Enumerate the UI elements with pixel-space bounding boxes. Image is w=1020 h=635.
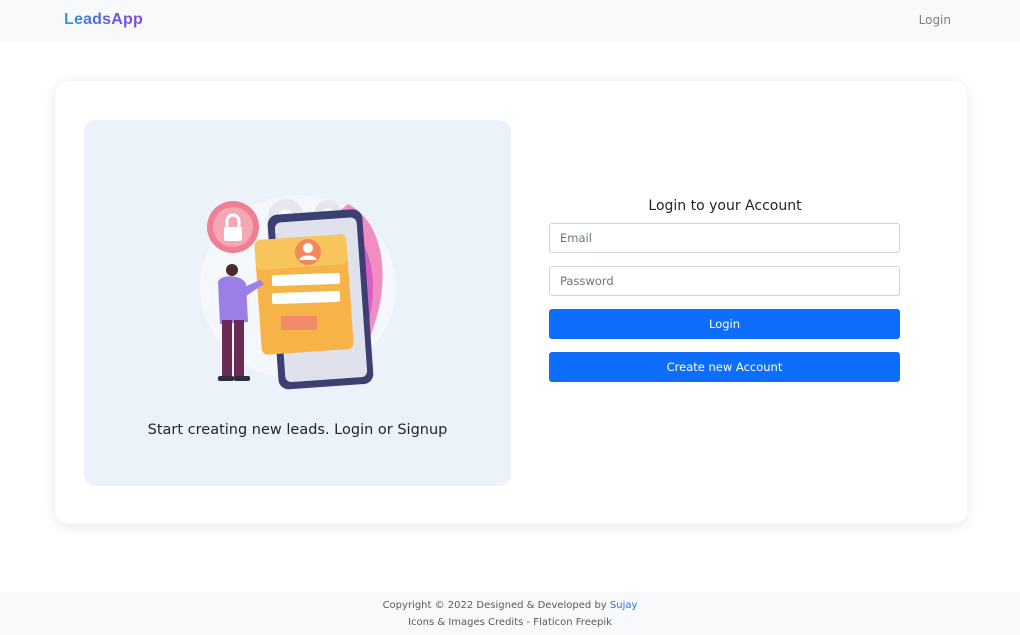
form-title: Login to your Account xyxy=(648,198,802,214)
login-illustration xyxy=(200,195,396,390)
email-field[interactable] xyxy=(549,223,900,253)
footer-copyright: Copyright © 2022 Designed & Developed by… xyxy=(0,600,1020,611)
login-form: Login to your Account Login Create new A… xyxy=(549,81,901,524)
illustration-panel: Start creating new leads. Login or Signu… xyxy=(84,120,511,486)
login-card: Start creating new leads. Login or Signu… xyxy=(55,81,967,524)
login-button[interactable]: Login xyxy=(549,309,900,339)
footer-credits: Icons & Images Credits - Flaticon Freepi… xyxy=(408,617,612,628)
nav-login-link[interactable]: Login xyxy=(919,13,951,27)
author-link[interactable]: Sujay xyxy=(610,600,638,611)
copyright-text: Copyright © 2022 Designed & Developed by xyxy=(382,600,607,611)
hero-tagline: Start creating new leads. Login or Signu… xyxy=(147,422,448,438)
footer: Copyright © 2022 Designed & Developed by… xyxy=(0,592,1020,635)
brand-logo[interactable]: LeadsApp xyxy=(64,11,143,29)
top-navbar: LeadsApp Login xyxy=(0,0,1020,42)
create-account-button[interactable]: Create new Account xyxy=(549,352,900,382)
password-field[interactable] xyxy=(549,266,900,296)
